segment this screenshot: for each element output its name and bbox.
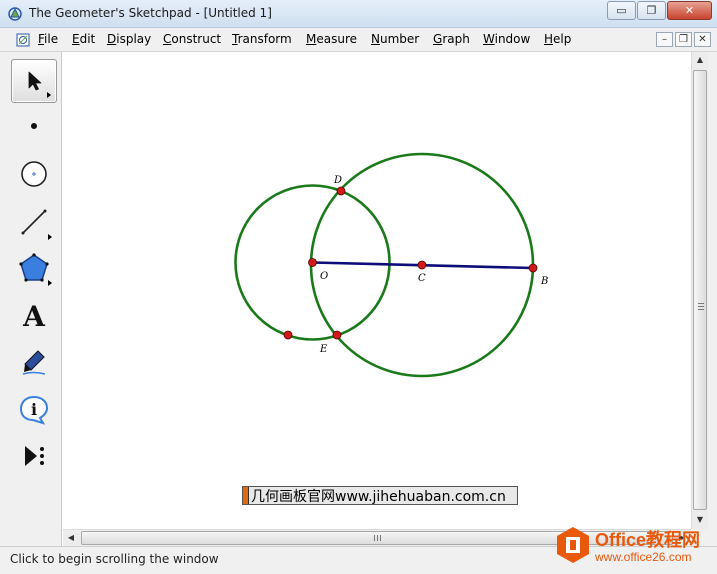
vertical-scrollbar[interactable]: ▲ ▼ xyxy=(691,52,708,529)
point-e[interactable] xyxy=(332,330,342,340)
menu-file[interactable]: File xyxy=(37,32,59,46)
circle-icon xyxy=(21,161,47,187)
straightedge-tool[interactable] xyxy=(11,200,57,244)
label-c[interactable]: C xyxy=(418,273,426,284)
menu-bar: File Edit Display Construct Transform Me… xyxy=(0,28,717,52)
arrow-tool[interactable] xyxy=(11,59,57,103)
submenu-arrow-icon xyxy=(48,280,52,286)
document-icon[interactable] xyxy=(15,32,31,48)
menu-help[interactable]: Help xyxy=(543,32,572,46)
text-a-icon: A xyxy=(23,299,45,333)
menu-display[interactable]: Display xyxy=(106,32,152,46)
line-icon xyxy=(21,209,47,235)
menu-construct[interactable]: Construct xyxy=(162,32,222,46)
submenu-arrow-icon xyxy=(48,234,52,240)
window-title: The Geometer's Sketchpad - [Untitled 1] xyxy=(29,6,272,20)
custom-tool-icon xyxy=(25,446,44,466)
compass-tool[interactable] xyxy=(11,152,57,196)
logo-brand: Office教程网 xyxy=(595,530,701,550)
sketch-figure: D O C B E xyxy=(234,152,548,378)
maximize-button[interactable]: ❐ xyxy=(637,1,666,20)
document-window-controls: – ❐ ✕ xyxy=(654,32,711,47)
menu-transform[interactable]: Transform xyxy=(231,32,293,46)
sketchpad-app-icon xyxy=(8,7,22,21)
scroll-up-button[interactable]: ▲ xyxy=(692,52,708,68)
status-text: Click to begin scrolling the window xyxy=(10,552,219,566)
svg-text:i: i xyxy=(31,400,37,419)
sketch-canvas[interactable]: D O C B E 几何画板官网www.jihehuaban.com.cn xyxy=(63,52,691,529)
toolbox: A i xyxy=(0,52,62,546)
point-tool[interactable] xyxy=(11,104,57,148)
point-o[interactable] xyxy=(308,258,317,267)
scroll-left-button[interactable]: ◀ xyxy=(63,530,79,546)
information-tool[interactable]: i xyxy=(11,388,57,432)
polygon-icon xyxy=(19,253,49,282)
label-d[interactable]: D xyxy=(333,175,342,186)
menu-edit[interactable]: Edit xyxy=(71,32,96,46)
caption-marker xyxy=(243,487,249,504)
minimize-icon: ▭ xyxy=(616,4,627,17)
grip-icon xyxy=(374,535,381,541)
point-on-circle-o[interactable] xyxy=(283,330,293,340)
point-b[interactable] xyxy=(528,263,538,273)
office-logo-icon xyxy=(557,527,589,563)
point-c[interactable] xyxy=(417,260,427,270)
minimize-button[interactable]: ▭ xyxy=(607,1,636,20)
label-o[interactable]: O xyxy=(320,271,328,282)
close-icon: ✕ xyxy=(684,4,695,17)
custom-tool[interactable] xyxy=(11,434,57,478)
label-e[interactable]: E xyxy=(319,344,328,355)
menu-measure[interactable]: Measure xyxy=(305,32,358,46)
menu-graph[interactable]: Graph xyxy=(432,32,471,46)
submenu-arrow-icon xyxy=(47,92,51,98)
point-icon xyxy=(31,123,37,129)
watermark-text: 几何画板官网www.jihehuaban.com.cn xyxy=(251,488,506,505)
arrow-icon xyxy=(28,71,42,91)
title-bar: The Geometer's Sketchpad - [Untitled 1] … xyxy=(0,0,717,28)
watermark-caption: 几何画板官网www.jihehuaban.com.cn xyxy=(242,486,518,505)
text-tool[interactable]: A xyxy=(11,294,57,338)
vertical-scroll-thumb[interactable] xyxy=(693,70,707,510)
logo-url: www.office26.com xyxy=(595,550,692,564)
window-border xyxy=(708,52,717,546)
maximize-icon: ❐ xyxy=(646,4,657,17)
marker-icon xyxy=(22,350,46,375)
menu-window[interactable]: Window xyxy=(482,32,531,46)
point-d[interactable] xyxy=(336,186,346,196)
grip-icon xyxy=(698,303,704,310)
doc-minimize-button[interactable]: – xyxy=(656,32,673,47)
label-b[interactable]: B xyxy=(540,276,548,287)
window-controls: ▭ ❐ ✕ xyxy=(606,1,712,20)
info-icon: i xyxy=(19,395,49,425)
menu-number[interactable]: Number xyxy=(370,32,420,46)
doc-close-button[interactable]: ✕ xyxy=(694,32,711,47)
close-button[interactable]: ✕ xyxy=(667,1,712,20)
doc-restore-button[interactable]: ❐ xyxy=(675,32,692,47)
polygon-tool[interactable] xyxy=(11,246,57,290)
marker-tool[interactable] xyxy=(11,340,57,384)
office26-logo: Office教程网 www.office26.com xyxy=(555,521,717,574)
